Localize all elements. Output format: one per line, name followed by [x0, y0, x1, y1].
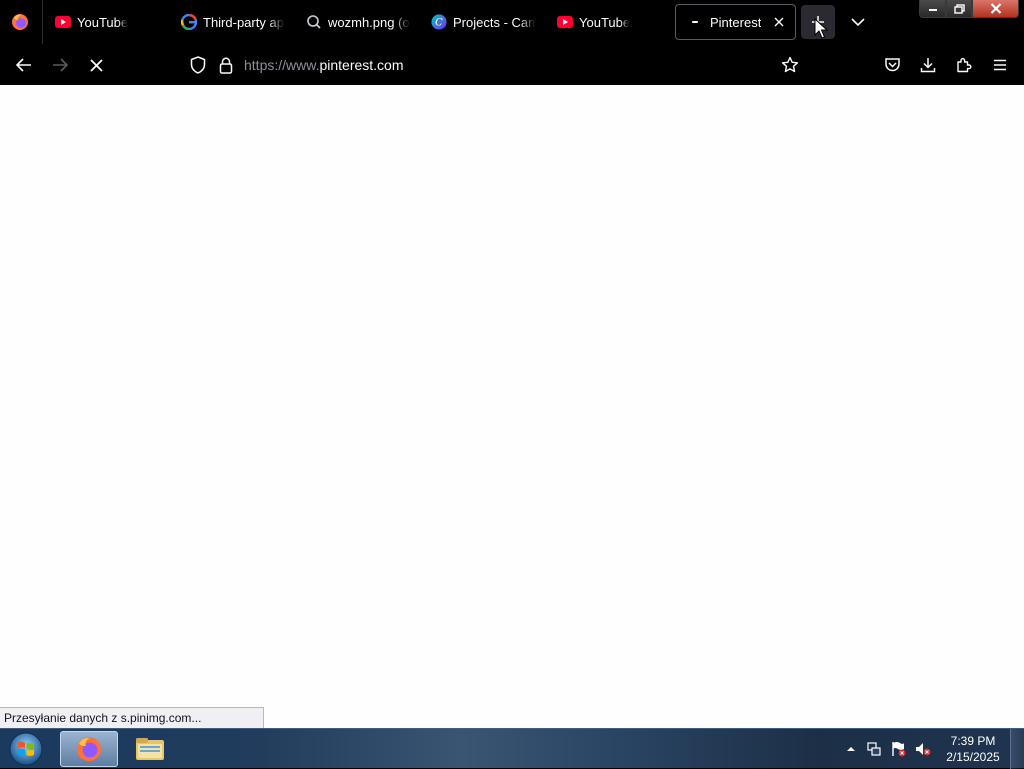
- restore-window-button[interactable]: [946, 0, 972, 18]
- navigation-toolbar: https://www.pinterest.com: [0, 44, 1024, 85]
- page-content[interactable]: [0, 85, 1024, 728]
- canva-icon: C: [431, 14, 447, 30]
- forward-button[interactable]: [47, 52, 73, 78]
- app-menu-button[interactable]: [987, 52, 1013, 78]
- status-panel: Przesyłanie danych z s.pinimg.com...: [0, 707, 264, 728]
- downloads-button[interactable]: [915, 52, 941, 78]
- svg-text:C: C: [435, 18, 443, 29]
- tab-title: YouTube: [77, 14, 129, 30]
- list-all-tabs-button[interactable]: [846, 10, 870, 34]
- taskbar-firefox-button[interactable]: [60, 731, 118, 767]
- youtube-icon: [557, 14, 573, 30]
- close-window-button[interactable]: [972, 0, 1019, 18]
- pocket-button[interactable]: [879, 52, 905, 78]
- plus-icon: [812, 16, 824, 28]
- folder-icon: [136, 738, 164, 760]
- stop-icon: [89, 58, 103, 72]
- clock-date: 2/15/2025: [946, 750, 1000, 764]
- tab-youtube-2[interactable]: YouTube: [557, 4, 662, 40]
- tab-title: wozmh.png (o: [328, 14, 410, 30]
- firefox-icon: [77, 737, 101, 761]
- system-clock[interactable]: 7:39 PM 2/15/2025: [940, 733, 1006, 765]
- tab-separator: [42, 0, 43, 44]
- restore-icon: [953, 3, 965, 14]
- tab-title: Projects - Canva: [453, 14, 536, 30]
- star-icon: [781, 56, 799, 73]
- puzzle-piece-icon: [957, 58, 972, 73]
- pocket-icon: [884, 58, 900, 72]
- tab-canva-projects[interactable]: C Projects - Canva: [431, 4, 536, 40]
- close-tab-icon[interactable]: [771, 14, 787, 30]
- minimize-window-button[interactable]: [919, 0, 946, 18]
- download-icon: [920, 58, 936, 73]
- arrow-right-icon: [53, 58, 68, 72]
- tracking-protection-shield-icon[interactable]: [189, 56, 207, 74]
- volume-muted-icon[interactable]: [915, 741, 931, 757]
- tab-title: YouTube: [579, 14, 631, 30]
- show-hidden-icons-arrow-icon[interactable]: [843, 741, 859, 757]
- show-desktop-button[interactable]: [1010, 729, 1024, 769]
- tab-strip: YouTube Third-party app wozmh.png (o C P: [0, 0, 1024, 44]
- youtube-icon: [55, 14, 71, 30]
- action-center-flag-icon[interactable]: [890, 741, 906, 757]
- windows-taskbar: 7:39 PM 2/15/2025: [0, 728, 1024, 769]
- url-prefix: https://www.: [244, 57, 320, 73]
- new-tab-button[interactable]: [801, 5, 835, 39]
- tab-wozmh-png[interactable]: wozmh.png (o: [306, 4, 410, 40]
- chevron-down-icon: [851, 18, 865, 27]
- tab-title: Third-party app: [203, 14, 285, 30]
- lock-icon[interactable]: [217, 56, 235, 74]
- close-icon: [990, 3, 1001, 14]
- google-icon: [181, 14, 197, 30]
- tab-title: Pinterest: [710, 14, 762, 30]
- address-bar[interactable]: https://www.pinterest.com: [183, 49, 813, 81]
- tab-third-party-apps[interactable]: Third-party app: [181, 4, 285, 40]
- tab-youtube-1[interactable]: YouTube: [55, 4, 170, 40]
- taskbar-explorer-button[interactable]: [121, 731, 179, 767]
- stop-loading-button[interactable]: [83, 52, 109, 78]
- hamburger-menu-icon: [994, 59, 1006, 71]
- start-button[interactable]: [6, 731, 46, 767]
- arrow-left-icon: [16, 58, 31, 72]
- tab-pinterest-active[interactable]: Pinterest: [675, 4, 796, 40]
- back-button[interactable]: [11, 52, 37, 78]
- search-magnifier-icon: [306, 14, 322, 30]
- url-text[interactable]: https://www.pinterest.com: [244, 57, 404, 73]
- minimize-icon: [928, 8, 937, 11]
- windows-orb-icon: [9, 732, 43, 766]
- url-host: pinterest.com: [319, 57, 404, 73]
- extensions-button[interactable]: [951, 52, 977, 78]
- network-icon[interactable]: [866, 741, 882, 757]
- firefox-view-icon[interactable]: [8, 10, 32, 34]
- clock-time: 7:39 PM: [950, 734, 996, 748]
- bookmark-star-button[interactable]: [777, 52, 803, 78]
- loading-icon: [688, 14, 704, 30]
